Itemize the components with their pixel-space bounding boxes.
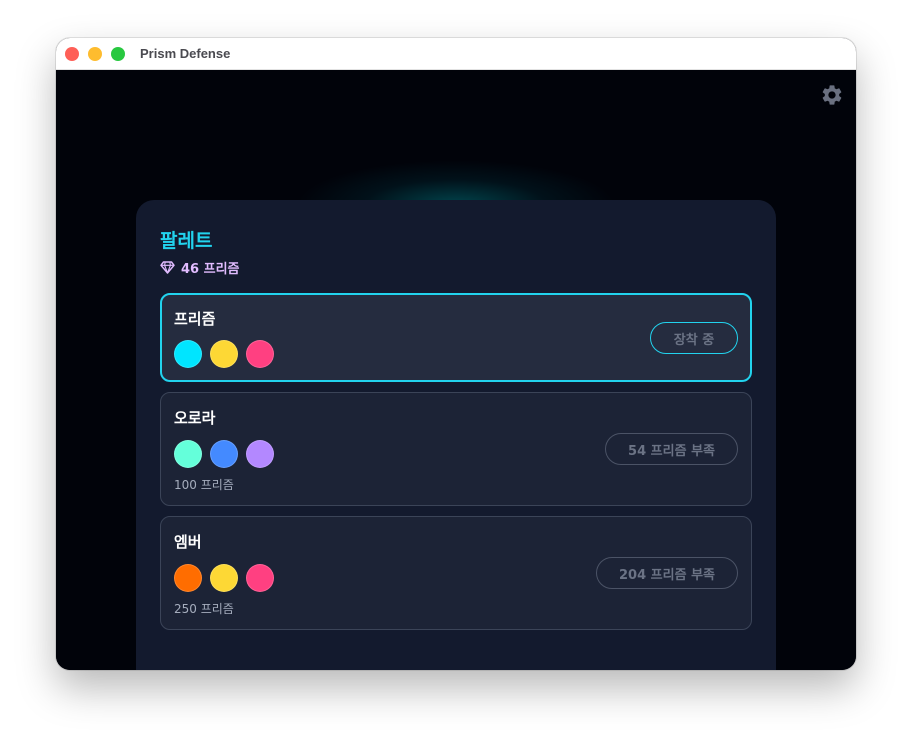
app-window: Prism Defense 팔레트 46 프리즘 프리즘 장착 중 오로라 10… [56, 38, 856, 670]
balance-amount: 46 프리즘 [181, 261, 240, 277]
palette-card-aurora[interactable]: 오로라 100 프리즘 54 프리즘 부족 [160, 392, 752, 506]
color-swatch [210, 340, 238, 368]
color-swatch [210, 564, 238, 592]
color-swatches [174, 340, 274, 368]
palette-name: 프리즘 [174, 310, 216, 328]
panel-title: 팔레트 [160, 230, 213, 252]
maximize-window-button[interactable] [111, 47, 125, 61]
color-swatches [174, 440, 274, 468]
window-title: Prism Defense [140, 46, 231, 61]
insufficient-prisms-button[interactable]: 204 프리즘 부족 [596, 557, 738, 589]
equipped-button[interactable]: 장착 중 [650, 322, 738, 354]
color-swatch [174, 340, 202, 368]
color-swatch [174, 564, 202, 592]
color-swatch [246, 440, 274, 468]
palette-price: 250 프리즘 [174, 602, 234, 616]
gem-icon [160, 260, 175, 274]
close-window-button[interactable] [65, 47, 79, 61]
palette-name: 오로라 [174, 409, 216, 427]
palette-name: 엠버 [174, 533, 202, 551]
color-swatch [246, 564, 274, 592]
color-swatch [246, 340, 274, 368]
palette-panel: 팔레트 46 프리즘 프리즘 장착 중 오로라 100 프리즘 54 프리즘 부… [136, 200, 776, 670]
color-swatch [210, 440, 238, 468]
palette-card-prism[interactable]: 프리즘 장착 중 [160, 293, 752, 382]
insufficient-prisms-button[interactable]: 54 프리즘 부족 [605, 433, 738, 465]
game-view: 팔레트 46 프리즘 프리즘 장착 중 오로라 100 프리즘 54 프리즘 부… [56, 70, 856, 670]
gear-icon [822, 85, 842, 105]
color-swatches [174, 564, 274, 592]
settings-button[interactable] [820, 83, 844, 107]
palette-card-ember[interactable]: 엠버 250 프리즘 204 프리즘 부족 [160, 516, 752, 630]
prism-balance: 46 프리즘 [160, 258, 240, 277]
title-bar: Prism Defense [56, 38, 856, 70]
color-swatch [174, 440, 202, 468]
palette-price: 100 프리즘 [174, 478, 234, 492]
minimize-window-button[interactable] [88, 47, 102, 61]
